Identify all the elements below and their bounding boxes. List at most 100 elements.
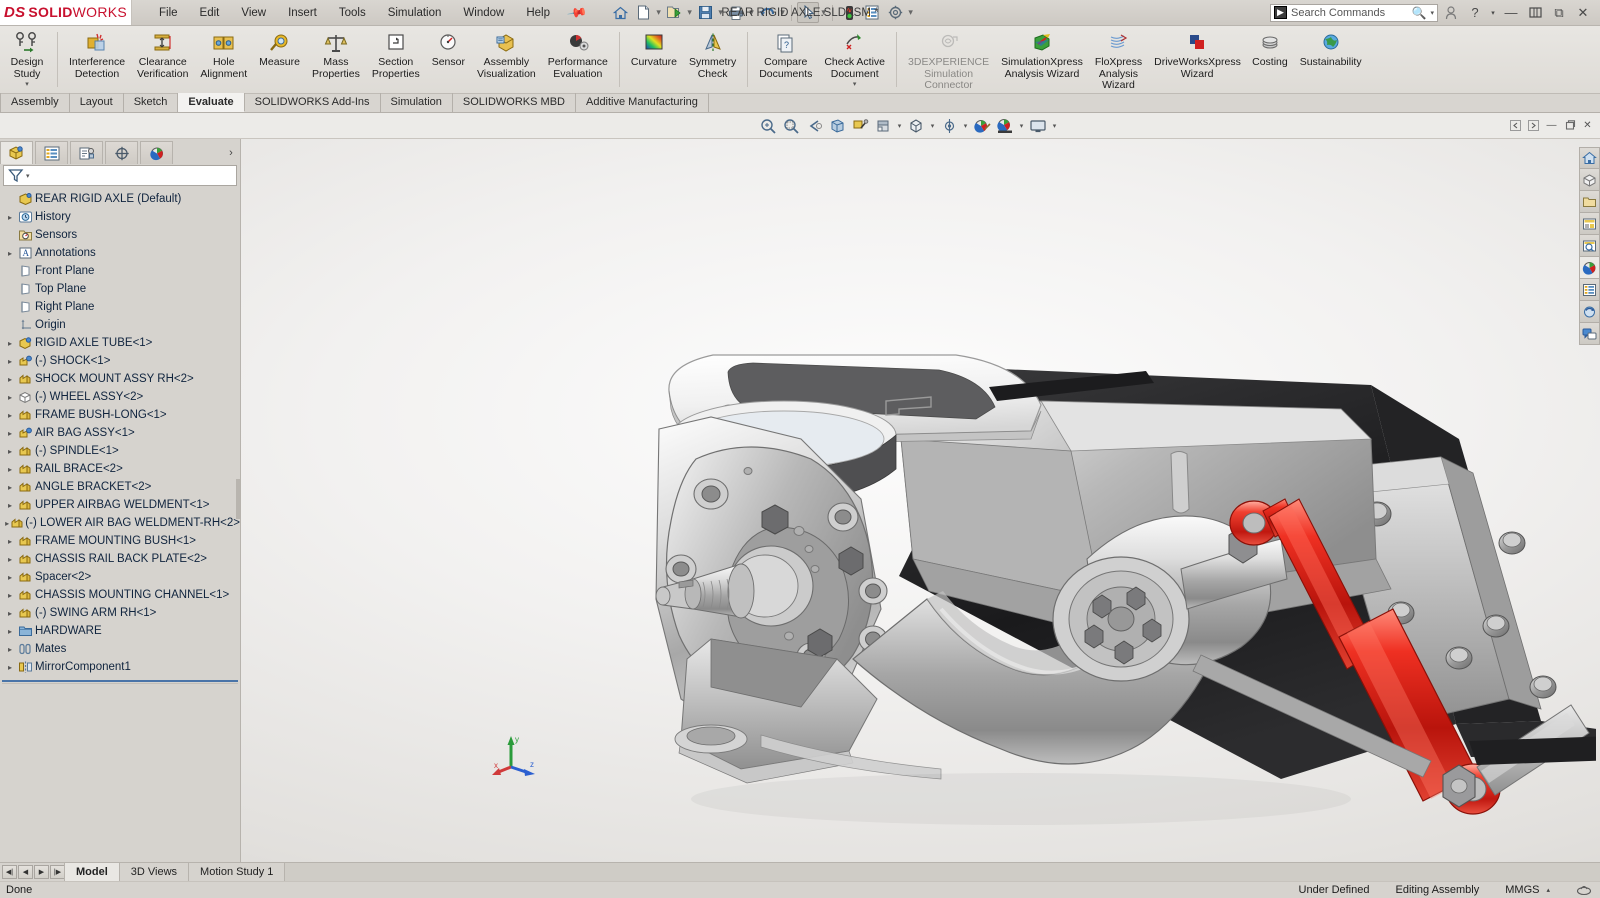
close-document-icon[interactable]: ✕ (1579, 117, 1596, 134)
rigid-axle-tube-expander[interactable]: ▸ (4, 339, 16, 348)
graphics-viewport[interactable]: y x z (241, 139, 1600, 862)
tab-assembly[interactable]: Assembly (0, 93, 70, 112)
mates-expander[interactable]: ▸ (4, 645, 16, 654)
tab-layout[interactable]: Layout (70, 93, 124, 112)
history-expander[interactable]: ▸ (4, 213, 16, 222)
view-settings-caret-icon[interactable]: ▾ (1050, 122, 1059, 130)
wheel-assy-expander[interactable]: ▸ (4, 393, 16, 402)
cad-model-rear-rigid-axle[interactable] (241, 139, 1596, 862)
design-library-icon[interactable] (1578, 191, 1600, 213)
design-study-caret-icon[interactable]: ▾ (25, 81, 29, 88)
symmetry-check-button[interactable]: Symmetry Check (683, 26, 742, 93)
air-bag-assy-expander[interactable]: ▸ (4, 429, 16, 438)
close-window-button[interactable]: ✕ (1572, 2, 1594, 24)
measure-button[interactable]: Measure (253, 26, 306, 93)
help-question-icon[interactable]: ? (1464, 2, 1486, 24)
dimxpert-manager-tab[interactable] (105, 141, 138, 164)
save-icon[interactable] (694, 2, 716, 23)
tree-item-mates[interactable]: ▸ Mates (0, 640, 240, 658)
frame-bush-long-expander[interactable]: ▸ (4, 411, 16, 420)
tree-item-rail-brace[interactable]: ▸ RAIL BRACE<2> (0, 460, 240, 478)
tree-item-lower-air-bag-weldment-rh[interactable]: ▸ (-) LOWER AIR BAG WELDMENT-RH<2> (0, 514, 240, 532)
restore-document-icon[interactable] (1561, 117, 1578, 134)
3dexperience-simulation-connector-button[interactable]: 3DEXPERIENCE Simulation Connector (902, 26, 995, 93)
hardware-expander[interactable]: ▸ (4, 627, 16, 636)
spacer-expander[interactable]: ▸ (4, 573, 16, 582)
tree-item-top-plane[interactable]: Top Plane (0, 280, 240, 298)
collapse-left-icon[interactable] (1507, 117, 1524, 134)
new-document-caret[interactable]: ▾ (655, 7, 662, 18)
tab-additive-manufacturing[interactable]: Additive Manufacturing (576, 93, 709, 112)
bottom-tab-3d-views[interactable]: 3D Views (118, 863, 190, 881)
upper-airbag-weldment-expander[interactable]: ▸ (4, 501, 16, 510)
menu-help[interactable]: Help (515, 3, 561, 23)
tree-item-chassis-rail-back-plate[interactable]: ▸ CHASSIS RAIL BACK PLATE<2> (0, 550, 240, 568)
select-cursor-icon[interactable] (797, 2, 820, 23)
help-caret-icon[interactable]: ▾ (1488, 2, 1498, 24)
feature-tree-filter[interactable]: ▾ (3, 165, 237, 186)
view-orientation-paint-icon[interactable] (849, 115, 871, 137)
select-caret[interactable]: ▾ (820, 7, 827, 18)
view-orientation-icon[interactable] (872, 115, 894, 137)
section-view-icon[interactable] (826, 115, 848, 137)
expand-tree-panel-icon[interactable]: › (222, 141, 240, 164)
collaboration-chat-icon[interactable] (1578, 323, 1600, 345)
mass-properties-button[interactable]: Mass Properties (306, 26, 366, 93)
check-active-document-caret-icon[interactable]: ▾ (853, 81, 857, 88)
frame-mounting-bush-expander[interactable]: ▸ (4, 537, 16, 546)
open-document-caret[interactable]: ▾ (686, 7, 693, 18)
print-icon[interactable] (725, 2, 747, 23)
undo-caret[interactable]: ▾ (779, 7, 786, 18)
tab-solidworks-mbd[interactable]: SOLIDWORKS MBD (453, 93, 576, 112)
new-document-icon[interactable] (632, 2, 654, 23)
assembly-visualization-button[interactable]: Assembly Visualization (471, 26, 542, 93)
tree-item-hardware[interactable]: ▸ HARDWARE (0, 622, 240, 640)
appearances-scenes-icon[interactable] (1578, 169, 1600, 191)
minimize-document-icon[interactable]: — (1543, 117, 1560, 134)
minimize-window-button[interactable]: — (1500, 2, 1522, 24)
tree-item-swing-arm-rh[interactable]: ▸ (-) SWING ARM RH<1> (0, 604, 240, 622)
restore-window-button[interactable] (1524, 2, 1546, 24)
edit-appearance-icon[interactable] (971, 115, 993, 137)
zoom-to-fit-icon[interactable] (757, 115, 779, 137)
tree-item-origin[interactable]: Origin (0, 316, 240, 334)
property-manager-tab[interactable] (35, 141, 68, 164)
tree-item-frame-mounting-bush[interactable]: ▸ FRAME MOUNTING BUSH<1> (0, 532, 240, 550)
search-caret-icon[interactable]: ▾ (1430, 9, 1434, 17)
bottom-tab-model[interactable]: Model (64, 863, 120, 881)
next-tab-button[interactable]: ▶ (34, 865, 49, 879)
sustainability-button[interactable]: Sustainability (1294, 26, 1368, 93)
compare-documents-button[interactable]: ? Compare Documents (753, 26, 818, 93)
previous-view-icon[interactable] (803, 115, 825, 137)
search-icon[interactable]: 🔍 (1412, 6, 1427, 20)
first-tab-button[interactable]: ◀| (2, 865, 17, 879)
floxpress-analysis-wizard-button[interactable]: FloXpress Analysis Wizard (1089, 26, 1148, 93)
previous-tab-button[interactable]: ◀ (18, 865, 33, 879)
sensor-button[interactable]: Sensor (426, 26, 471, 93)
interference-detection-button[interactable]: Interference Detection (63, 26, 131, 93)
tree-item-spacer[interactable]: ▸ Spacer<2> (0, 568, 240, 586)
performance-evaluation-button[interactable]: Performance Evaluation (542, 26, 614, 93)
appearances-sphere-icon[interactable] (1578, 257, 1600, 279)
search-commands-box[interactable]: ▶ Search Commands 🔍 ▾ (1270, 3, 1438, 22)
tree-root-item[interactable]: REAR RIGID AXLE (Default) (0, 190, 240, 208)
tree-item-wheel-assy[interactable]: ▸ (-) WHEEL ASSY<2> (0, 388, 240, 406)
display-style-icon[interactable] (905, 115, 927, 137)
options-list-icon[interactable] (861, 2, 883, 23)
angle-bracket-expander[interactable]: ▸ (4, 483, 16, 492)
curvature-button[interactable]: Curvature (625, 26, 683, 93)
display-style-caret-icon[interactable]: ▾ (928, 122, 937, 130)
undo-icon[interactable] (756, 2, 778, 23)
swing-arm-rh-expander[interactable]: ▸ (4, 609, 16, 618)
save-caret[interactable]: ▾ (717, 7, 724, 18)
tree-item-history[interactable]: ▸ History (0, 208, 240, 226)
rebuild-traffic-light-icon[interactable] (838, 2, 860, 23)
chassis-mounting-channel-expander[interactable]: ▸ (4, 591, 16, 600)
shock-expander[interactable]: ▸ (4, 357, 16, 366)
annotations-expander[interactable]: ▸ (4, 249, 16, 258)
menu-view[interactable]: View (230, 3, 277, 23)
tree-item-rigid-axle-tube[interactable]: ▸ RIGID AXLE TUBE<1> (0, 334, 240, 352)
tab-solidworks-add-ins[interactable]: SOLIDWORKS Add-Ins (245, 93, 381, 112)
tree-item-sensors[interactable]: Sensors (0, 226, 240, 244)
hide-show-items-icon[interactable] (938, 115, 960, 137)
